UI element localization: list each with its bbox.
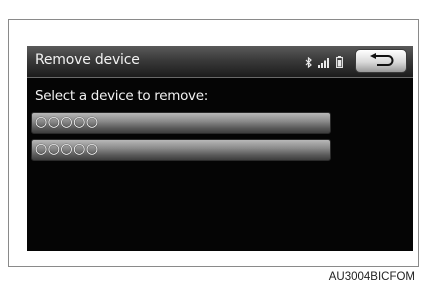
bluetooth-icon [305,56,312,68]
screen-title: Remove device [35,52,140,68]
return-arrow-icon [368,52,394,71]
title-bar: Remove device [27,46,413,78]
device-name: ○○○○○ [35,114,99,130]
device-item-2[interactable]: ○○○○○ [31,139,331,161]
display-screen: Remove device Select a device to remove:… [27,46,413,251]
device-item-1[interactable]: ○○○○○ [31,112,331,134]
back-button[interactable] [355,49,407,73]
battery-icon [336,56,343,68]
signal-strength-icon [318,57,330,68]
device-name: ○○○○○ [35,141,99,157]
figure-code: AU3004BICFOM [328,271,415,283]
select-device-prompt: Select a device to remove: [35,88,208,104]
manual-figure: Remove device Select a device to remove:… [0,0,429,289]
device-list: ○○○○○ ○○○○○ [31,112,331,166]
status-icons [305,55,343,69]
